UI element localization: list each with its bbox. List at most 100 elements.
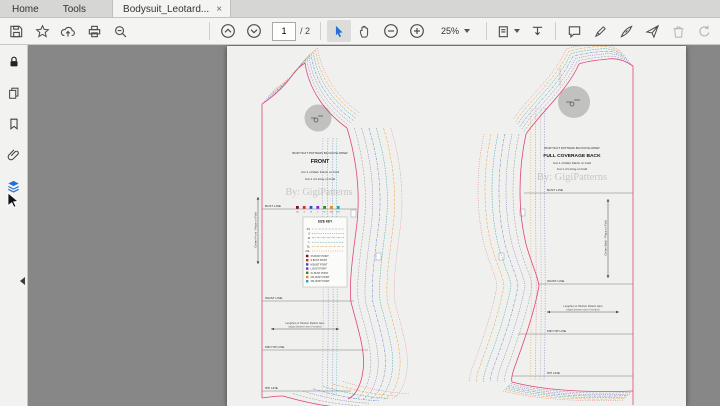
back-bust-label: BUST LINE bbox=[547, 188, 563, 192]
rotate-icon bbox=[697, 24, 712, 39]
pdf-page[interactable]: BODYSUIT PATTERN BLOCK/SLOPER FRONT Cut … bbox=[227, 46, 686, 406]
zoom-out-icon bbox=[383, 23, 399, 39]
scroll-mode-button[interactable] bbox=[525, 20, 549, 42]
star-icon bbox=[35, 24, 50, 39]
document-viewport[interactable]: BODYSUIT PATTERN BLOCK/SLOPER FRONT Cut … bbox=[28, 45, 720, 406]
page-down-icon bbox=[246, 23, 262, 39]
select-cursor-icon bbox=[332, 24, 346, 39]
undo-button[interactable] bbox=[692, 20, 716, 42]
zoom-level-value: 25% bbox=[441, 26, 459, 36]
svg-text:2XL: 2XL bbox=[330, 212, 334, 214]
tab-tools[interactable]: Tools bbox=[51, 0, 98, 17]
fill-sign-button[interactable] bbox=[614, 20, 638, 42]
tab-home-label: Home bbox=[12, 4, 39, 15]
fountain-pen-icon bbox=[619, 24, 634, 39]
svg-text:M: M bbox=[308, 236, 310, 240]
svg-text:L BUST POINT: L BUST POINT bbox=[311, 268, 328, 271]
marquee-zoom-button[interactable] bbox=[108, 20, 132, 42]
hand-tool-button[interactable] bbox=[353, 20, 377, 42]
front-bust-label: BUST LINE bbox=[265, 204, 281, 208]
attachments-button[interactable] bbox=[4, 146, 24, 164]
svg-text:XL: XL bbox=[323, 212, 326, 214]
back-hip-label: HIP LINE bbox=[547, 371, 560, 375]
front-waist-label: WAIST LINE bbox=[265, 296, 282, 300]
svg-text:2XL BUST POINT: 2XL BUST POINT bbox=[311, 276, 331, 279]
front-fold-arrow: Center Front - Place on Fold bbox=[254, 197, 260, 264]
size-key-box: XSSMLXL2XL3XLSIZE KEYXSSMLXL2XLXS BUST P… bbox=[296, 206, 347, 287]
back-guide-labels: BUST LINE WAIST LINE MID HIP LINE HIP LI… bbox=[547, 188, 566, 375]
svg-text:S: S bbox=[304, 212, 306, 214]
print-button[interactable] bbox=[82, 20, 106, 42]
layers-button[interactable] bbox=[4, 177, 24, 195]
svg-text:3XL BUST POINT: 3XL BUST POINT bbox=[311, 280, 331, 283]
page-thumbnails-button[interactable] bbox=[4, 84, 24, 102]
back-adjust-note: Lengthen or Shorten Pattern Here (adjust… bbox=[547, 304, 619, 313]
svg-text:M: M bbox=[310, 212, 312, 214]
zoom-level-dropdown[interactable]: 25% bbox=[437, 24, 474, 38]
highlight-button[interactable] bbox=[588, 20, 612, 42]
send-icon bbox=[645, 24, 660, 39]
navigation-pane bbox=[0, 45, 28, 406]
previous-page-button[interactable] bbox=[216, 20, 240, 42]
delete-button[interactable] bbox=[666, 20, 690, 42]
front-adjust-note: Lengthen or Shorten Pattern Here (adjust… bbox=[271, 321, 339, 330]
zoom-out-button[interactable] bbox=[379, 20, 403, 42]
back-cut-lining: Cut 1 of Lining on Fold bbox=[557, 167, 588, 171]
page-number-input[interactable] bbox=[272, 22, 296, 41]
share-upload-button[interactable] bbox=[56, 20, 80, 42]
document-tab-title: Bodysuit_Leotard... bbox=[123, 4, 209, 15]
pattern-drawing: BODYSUIT PATTERN BLOCK/SLOPER FRONT Cut … bbox=[227, 46, 686, 406]
back-watermark: By: GigiPatterns bbox=[537, 172, 607, 183]
tab-home[interactable]: Home bbox=[0, 0, 51, 17]
svg-text:3XL: 3XL bbox=[336, 212, 340, 214]
layers-icon bbox=[6, 179, 21, 194]
back-logo-stamp bbox=[558, 86, 590, 118]
svg-text:S BUST POINT: S BUST POINT bbox=[311, 259, 328, 262]
protection-lock-button[interactable] bbox=[4, 53, 24, 71]
cloud-upload-icon bbox=[60, 24, 76, 39]
bookmarks-button[interactable] bbox=[4, 115, 24, 133]
close-tab-icon[interactable]: × bbox=[216, 5, 222, 15]
trash-icon bbox=[671, 24, 686, 39]
page-fit-button[interactable] bbox=[493, 20, 523, 42]
back-midhip-label: MID HIP LINE bbox=[547, 329, 566, 333]
comment-button[interactable] bbox=[562, 20, 586, 42]
svg-text:2XL: 2XL bbox=[305, 249, 310, 253]
front-cut-lining: Cut 1 of Lining on Fold bbox=[305, 177, 336, 181]
back-title: FULL COVERAGE BACK bbox=[543, 153, 601, 159]
save-button[interactable] bbox=[4, 20, 28, 42]
back-fold-label: Center Back - Place on Fold bbox=[604, 220, 608, 255]
star-button[interactable] bbox=[30, 20, 54, 42]
page-total-label: / 2 bbox=[300, 26, 310, 36]
select-tool-button[interactable] bbox=[327, 20, 351, 42]
collapse-pane-handle[interactable] bbox=[20, 277, 25, 285]
save-icon bbox=[9, 24, 24, 39]
front-watermark: By: GigiPatterns bbox=[286, 187, 353, 198]
front-note-line1: Lengthen or Shorten Pattern Here bbox=[285, 321, 325, 325]
zoom-in-icon bbox=[409, 23, 425, 39]
document-tab[interactable]: Bodysuit_Leotard... × bbox=[112, 0, 231, 17]
svg-text:SIZE KEY: SIZE KEY bbox=[318, 220, 333, 224]
front-title: FRONT bbox=[311, 159, 330, 165]
next-page-button[interactable] bbox=[242, 20, 266, 42]
back-note-line1: Lengthen or Shorten Pattern Here bbox=[563, 304, 603, 308]
svg-text:XL BUST POINT: XL BUST POINT bbox=[311, 272, 329, 275]
svg-text:XS: XS bbox=[296, 212, 299, 214]
acrobat-window: Home Tools Bodysuit_Leotard... × / 2 25% bbox=[0, 0, 720, 405]
lock-icon bbox=[7, 55, 21, 69]
zoom-in-button[interactable] bbox=[405, 20, 429, 42]
front-header: BODYSUIT PATTERN BLOCK/SLOPER bbox=[292, 151, 348, 155]
back-note-line2: (adjust between sizes if needed) bbox=[567, 309, 600, 312]
send-share-button[interactable] bbox=[640, 20, 664, 42]
bookmark-icon bbox=[7, 117, 21, 131]
svg-text:XL: XL bbox=[307, 245, 311, 249]
front-fold-label: Center Front - Place on Fold bbox=[254, 212, 258, 248]
svg-text:M BUST POINT: M BUST POINT bbox=[311, 263, 328, 266]
pages-icon bbox=[7, 86, 21, 100]
back-fold-arrow: Center Back - Place on Fold bbox=[604, 199, 610, 278]
tab-bar: Home Tools Bodysuit_Leotard... × bbox=[0, 0, 720, 18]
paperclip-icon bbox=[7, 148, 21, 162]
page-fit-icon bbox=[497, 24, 512, 39]
back-pattern-piece: BODYSUIT PATTERN BLOCK/SLOPER FULL COVER… bbox=[499, 68, 633, 376]
front-logo-stamp bbox=[305, 105, 332, 132]
